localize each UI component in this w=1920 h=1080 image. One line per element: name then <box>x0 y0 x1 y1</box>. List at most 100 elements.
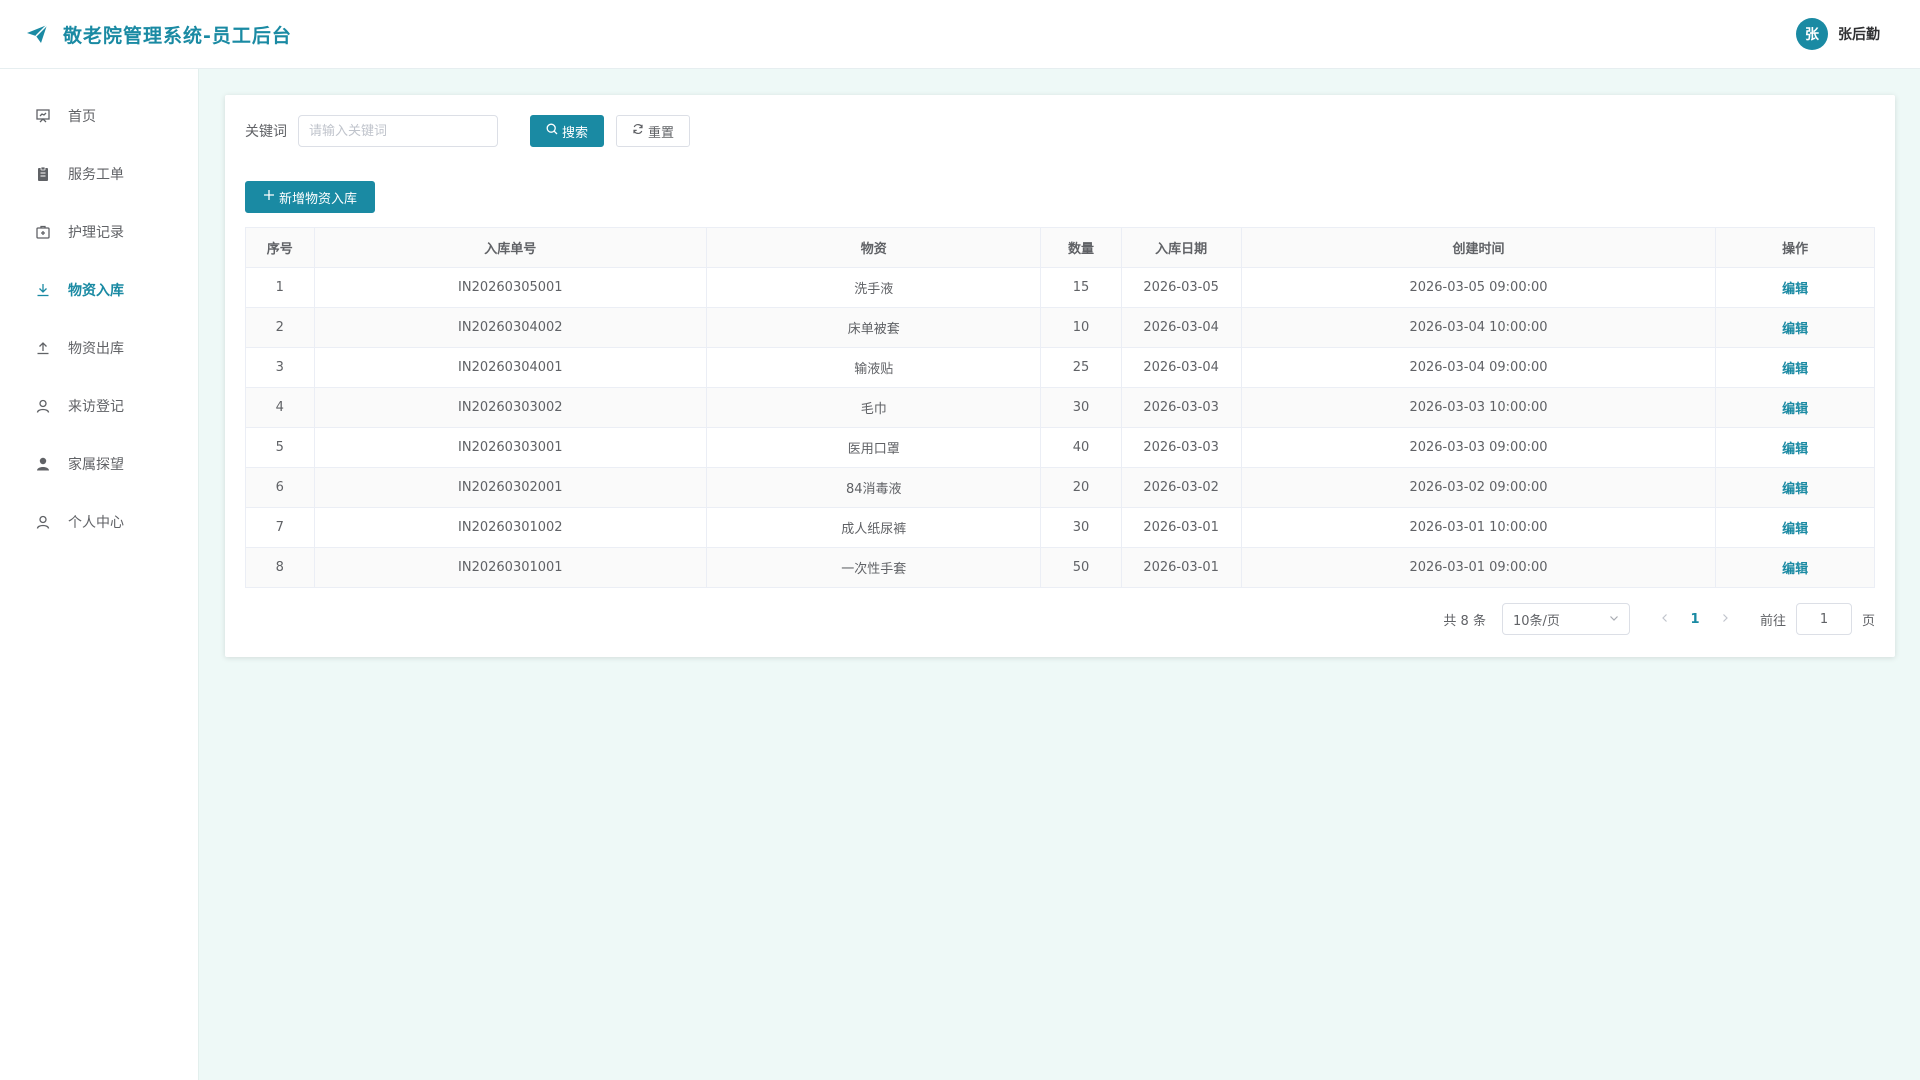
cell-date: 2026-03-05 <box>1121 267 1242 308</box>
table-row: 4 IN20260303002 毛巾 30 2026-03-03 2026-03… <box>246 387 1874 428</box>
column-header: 物资 <box>706 228 1042 268</box>
keyword-input[interactable] <box>298 115 498 147</box>
goto-label: 前往 <box>1759 613 1786 629</box>
page-size-select[interactable]: 10条/页 <box>1501 603 1630 635</box>
edit-link[interactable]: 编辑 <box>1782 442 1808 457</box>
sidebar-item-stock-in[interactable]: 物资入库 <box>0 261 198 319</box>
top-header: 敬老院管理系统-员工后台 张 张后勤 <box>0 0 1920 69</box>
stock-in-table: 序号 入库单号 物资 数量 入库日期 创建时间 操作 1 IN202603050… <box>245 227 1875 588</box>
cell-order-no: IN20260304001 <box>314 347 708 388</box>
cell-order-no: IN20260301001 <box>314 547 708 587</box>
next-page-button[interactable] <box>1710 605 1740 633</box>
sidebar-item-profile[interactable]: 个人中心 <box>0 493 198 551</box>
add-button-label: 新增物资入库 <box>278 191 357 207</box>
column-header: 数量 <box>1040 228 1122 268</box>
cell-item: 毛巾 <box>706 387 1042 428</box>
cell-date: 2026-03-04 <box>1121 307 1242 348</box>
edit-link[interactable]: 编辑 <box>1782 282 1808 297</box>
page-size-value: 10条/页 <box>1512 613 1560 629</box>
reset-button[interactable]: 重置 <box>616 115 690 147</box>
cell-qty: 30 <box>1040 507 1122 548</box>
pagination: 共 8 条 10条/页 1 前往 页 <box>1443 603 1875 635</box>
edit-link[interactable]: 编辑 <box>1782 322 1808 337</box>
cell-order-no: IN20260305001 <box>314 267 708 308</box>
sidebar-item-label: 物资入库 <box>68 283 124 299</box>
table-row: 8 IN20260301001 一次性手套 50 2026-03-01 2026… <box>246 547 1874 587</box>
cell-index: 4 <box>246 387 315 428</box>
sidebar-item-visitor-registration[interactable]: 来访登记 <box>0 377 198 435</box>
upload-icon <box>34 339 52 357</box>
cell-item: 一次性手套 <box>706 547 1042 587</box>
cell-created: 2026-03-04 10:00:00 <box>1241 307 1717 348</box>
cell-index: 6 <box>246 467 315 508</box>
cell-item: 输液贴 <box>706 347 1042 388</box>
sidebar-item-label: 物资出库 <box>68 341 124 357</box>
brand: 敬老院管理系统-员工后台 <box>25 21 292 48</box>
cell-qty: 15 <box>1040 267 1122 308</box>
stock-in-panel: 关键词 搜索 重置 新增物资入库 序号 <box>225 95 1895 657</box>
chevron-left-icon <box>1660 612 1670 627</box>
download-icon <box>34 281 52 299</box>
clipboard-icon <box>34 165 52 183</box>
table-row: 7 IN20260301002 成人纸尿裤 30 2026-03-01 2026… <box>246 507 1874 548</box>
cell-qty: 50 <box>1040 547 1122 587</box>
sidebar-item-label: 家属探望 <box>68 457 124 473</box>
add-stock-in-button[interactable]: 新增物资入库 <box>245 181 375 213</box>
edit-link[interactable]: 编辑 <box>1782 402 1808 417</box>
cell-date: 2026-03-01 <box>1121 547 1242 587</box>
table-row: 6 IN20260302001 84消毒液 20 2026-03-02 2026… <box>246 467 1874 508</box>
cell-qty: 30 <box>1040 387 1122 428</box>
column-header: 序号 <box>246 228 315 268</box>
sidebar-item-label: 护理记录 <box>68 225 124 241</box>
reset-button-label: 重置 <box>647 125 674 141</box>
cell-item: 洗手液 <box>706 267 1042 308</box>
sidebar: 首页 服务工单 护理记录 物资入库 物资出库 来访登记 家属探望 个人中心 <box>0 69 199 1080</box>
cell-order-no: IN20260302001 <box>314 467 708 508</box>
table-header-row: 序号 入库单号 物资 数量 入库日期 创建时间 操作 <box>246 228 1874 268</box>
total-count: 共 8 条 <box>1443 613 1486 629</box>
sidebar-item-care-records[interactable]: 护理记录 <box>0 203 198 261</box>
edit-link[interactable]: 编辑 <box>1782 562 1808 577</box>
cell-created: 2026-03-03 10:00:00 <box>1241 387 1717 428</box>
cell-index: 8 <box>246 547 315 587</box>
sidebar-item-label: 首页 <box>68 109 96 125</box>
edit-link[interactable]: 编辑 <box>1782 362 1808 377</box>
sidebar-item-home[interactable]: 首页 <box>0 87 198 145</box>
goto-page: 前往 页 <box>1760 603 1875 635</box>
page-number[interactable]: 1 <box>1680 605 1710 633</box>
cell-index: 1 <box>246 267 315 308</box>
search-button[interactable]: 搜索 <box>530 115 604 147</box>
cell-item: 成人纸尿裤 <box>706 507 1042 548</box>
sidebar-item-stock-out[interactable]: 物资出库 <box>0 319 198 377</box>
presentation-icon <box>34 107 52 125</box>
goto-page-input[interactable] <box>1795 603 1852 635</box>
edit-link[interactable]: 编辑 <box>1782 522 1808 537</box>
cell-date: 2026-03-04 <box>1121 347 1242 388</box>
search-icon <box>546 123 558 139</box>
edit-link[interactable]: 编辑 <box>1782 482 1808 497</box>
sidebar-item-service-orders[interactable]: 服务工单 <box>0 145 198 203</box>
user-menu[interactable]: 张 张后勤 <box>1796 18 1880 50</box>
cell-created: 2026-03-04 09:00:00 <box>1241 347 1717 388</box>
cell-created: 2026-03-05 09:00:00 <box>1241 267 1717 308</box>
cell-item: 医用口罩 <box>706 427 1042 468</box>
prev-page-button[interactable] <box>1650 605 1680 633</box>
chevron-down-icon <box>1609 612 1619 627</box>
search-button-label: 搜索 <box>561 125 588 141</box>
cell-created: 2026-03-01 09:00:00 <box>1241 547 1717 587</box>
column-header: 入库单号 <box>314 228 708 268</box>
user-filled-icon <box>34 455 52 473</box>
cell-order-no: IN20260303001 <box>314 427 708 468</box>
avatar[interactable]: 张 <box>1796 18 1828 50</box>
user-name[interactable]: 张后勤 <box>1838 24 1880 44</box>
column-header: 创建时间 <box>1241 228 1717 268</box>
sidebar-item-label: 服务工单 <box>68 167 124 183</box>
sidebar-item-label: 个人中心 <box>68 515 124 531</box>
app-title: 敬老院管理系统-员工后台 <box>63 24 292 47</box>
first-aid-icon <box>34 223 52 241</box>
sidebar-item-label: 来访登记 <box>68 399 124 415</box>
cell-date: 2026-03-03 <box>1121 427 1242 468</box>
cell-index: 3 <box>246 347 315 388</box>
sidebar-item-family-visits[interactable]: 家属探望 <box>0 435 198 493</box>
table-row: 1 IN20260305001 洗手液 15 2026-03-05 2026-0… <box>246 267 1874 308</box>
